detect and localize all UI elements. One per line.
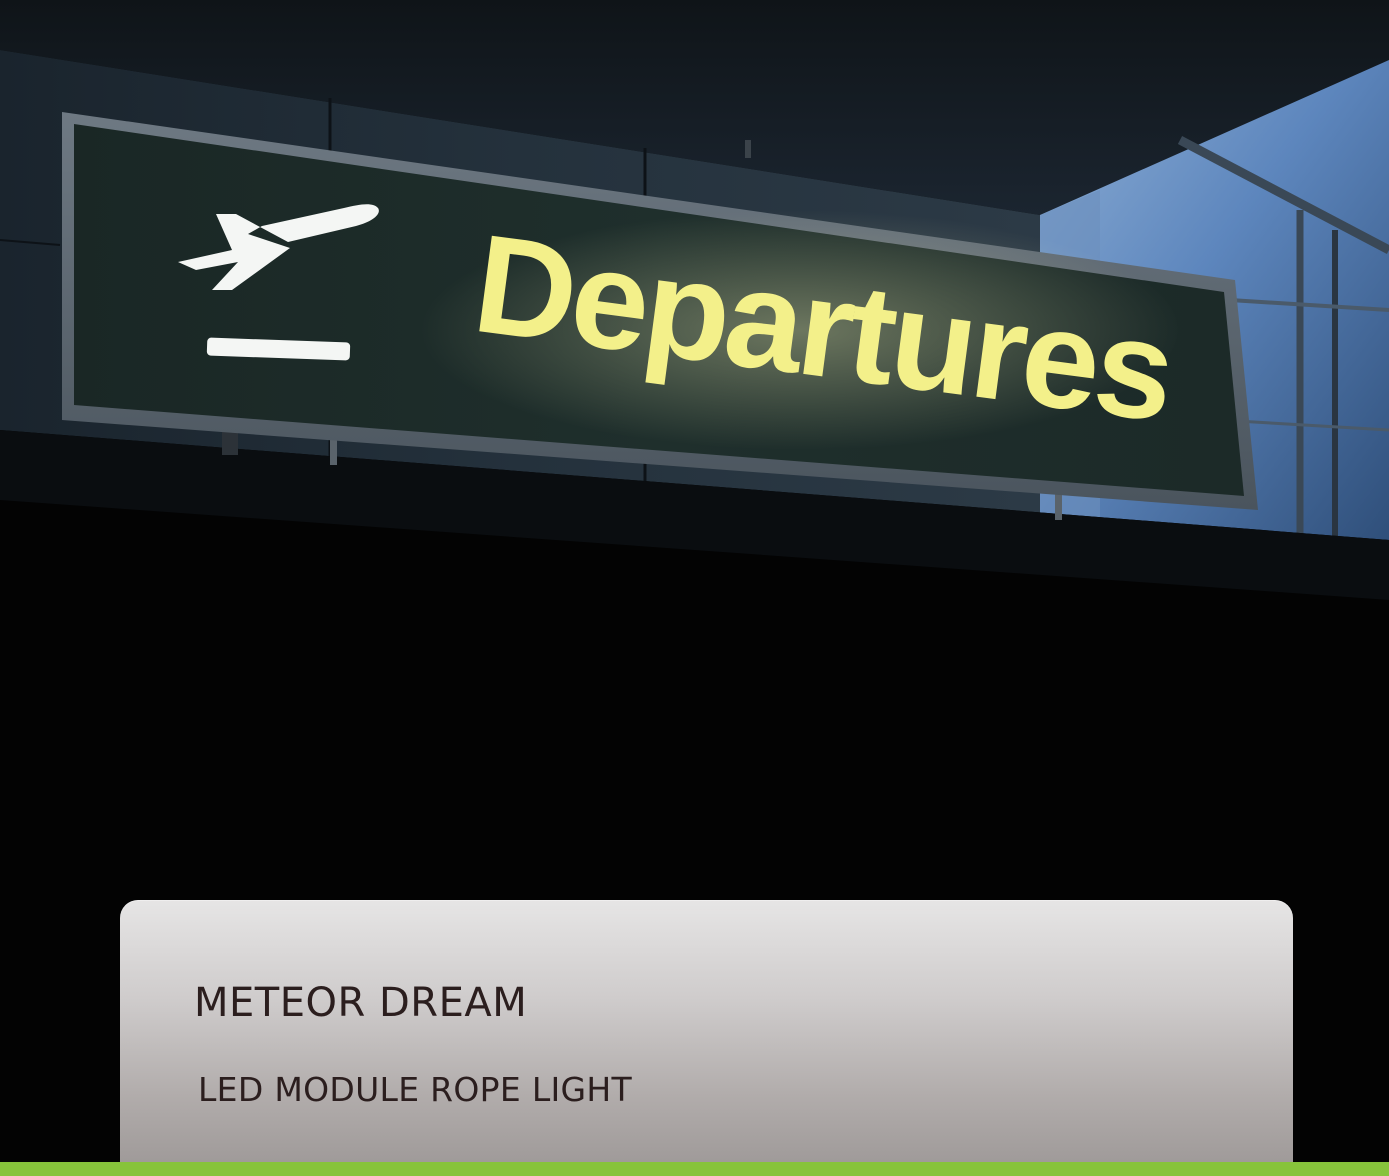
product-card: METEOR DREAM LED MODULE ROPE LIGHT (120, 900, 1293, 1176)
accent-band (0, 1162, 1389, 1176)
product-title: METEOR DREAM (194, 980, 528, 1026)
product-subtitle: LED MODULE ROPE LIGHT (198, 1070, 632, 1109)
brochure-cover: Departures METEOR DREAM LED MODULE ROPE … (0, 0, 1389, 1176)
